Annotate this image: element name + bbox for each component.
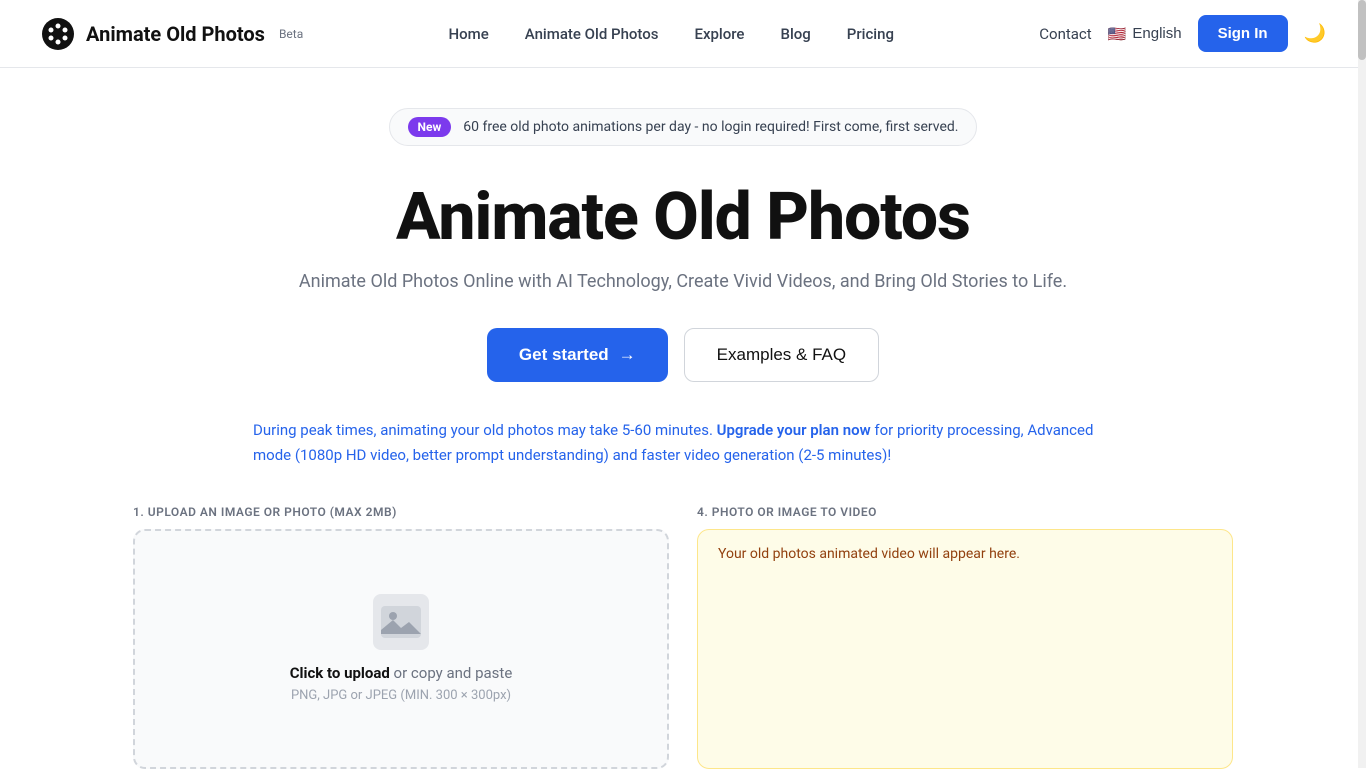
language-selector[interactable]: 🇺🇸 English (1108, 25, 1182, 43)
hero-subtitle: Animate Old Photos Online with AI Techno… (299, 271, 1067, 292)
arrow-icon: → (619, 345, 636, 365)
nav-blog[interactable]: Blog (780, 25, 810, 43)
upgrade-link[interactable]: Upgrade your plan now (717, 421, 871, 439)
hero-title: Animate Old Photos (299, 182, 1067, 255)
logo-title: Animate Old Photos (86, 22, 265, 46)
new-badge: New (408, 117, 452, 137)
upload-section: 1. UPLOAD AN IMAGE OR PHOTO (MAX 2MB) Cl… (133, 505, 1233, 769)
upload-hint: PNG, JPG or JPEG (MIN. 300 × 300px) (291, 688, 511, 703)
get-started-button[interactable]: Get started → (487, 328, 668, 382)
examples-faq-button[interactable]: Examples & FAQ (684, 328, 879, 382)
notice-section: During peak times, animating your old ph… (253, 418, 1113, 469)
image-placeholder-icon (373, 594, 429, 650)
video-label: 4. PHOTO OR IMAGE TO VIDEO (697, 505, 1233, 519)
nav-explore[interactable]: Explore (694, 25, 744, 43)
dark-mode-toggle[interactable]: 🌙 (1304, 23, 1326, 44)
nav-pricing[interactable]: Pricing (847, 25, 894, 43)
nav-animate[interactable]: Animate Old Photos (525, 25, 659, 43)
upload-dropzone[interactable]: Click to upload or copy and paste PNG, J… (133, 529, 669, 769)
main-nav: Home Animate Old Photos Explore Blog Pri… (449, 25, 895, 43)
beta-badge: Beta (279, 27, 303, 41)
upload-click-strong: Click to upload (290, 664, 390, 682)
main-content: New 60 free old photo animations per day… (0, 68, 1366, 769)
get-started-label: Get started (519, 345, 609, 365)
video-output-box: Your old photos animated video will appe… (697, 529, 1233, 769)
hero-section: Animate Old Photos Animate Old Photos On… (299, 182, 1067, 292)
flag-icon: 🇺🇸 (1108, 25, 1127, 43)
nav-home[interactable]: Home (449, 25, 489, 43)
logo-icon (40, 16, 76, 52)
banner-text: 60 free old photo animations per day - n… (463, 119, 958, 135)
cta-row: Get started → Examples & FAQ (487, 328, 879, 382)
header: Animate Old Photos Beta Home Animate Old… (0, 0, 1366, 68)
promo-banner: New 60 free old photo animations per day… (389, 108, 978, 146)
upload-label: 1. UPLOAD AN IMAGE OR PHOTO (MAX 2MB) (133, 505, 669, 519)
logo-area: Animate Old Photos Beta (40, 16, 303, 52)
language-label: English (1132, 25, 1181, 42)
scrollbar-thumb[interactable] (1358, 0, 1366, 60)
moon-icon: 🌙 (1304, 23, 1326, 43)
scrollbar[interactable] (1358, 0, 1366, 768)
video-placeholder-text: Your old photos animated video will appe… (718, 546, 1212, 562)
sign-in-button[interactable]: Sign In (1198, 15, 1288, 52)
header-right: Contact 🇺🇸 English Sign In 🌙 (1039, 15, 1326, 52)
upload-click-text: Click to upload or copy and paste (290, 664, 513, 682)
video-column: 4. PHOTO OR IMAGE TO VIDEO Your old phot… (697, 505, 1233, 769)
upload-column: 1. UPLOAD AN IMAGE OR PHOTO (MAX 2MB) Cl… (133, 505, 669, 769)
upload-or-text: or copy and paste (390, 664, 512, 682)
contact-link[interactable]: Contact (1039, 25, 1091, 43)
notice-part1: During peak times, animating your old ph… (253, 421, 717, 439)
